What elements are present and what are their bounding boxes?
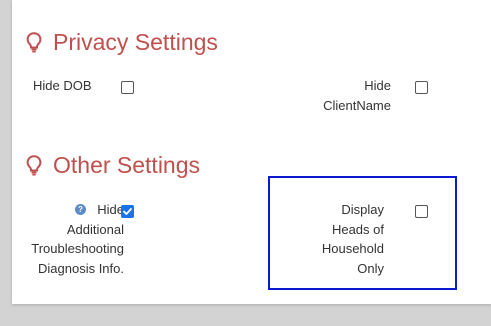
hide-troubleshooting-label-line2: Additional (66, 221, 124, 237)
hide-client-name-checkbox[interactable] (415, 81, 428, 94)
hide-client-name-label: Hide ClientName (323, 76, 391, 115)
hide-troubleshooting-checkbox[interactable] (121, 205, 134, 218)
hide-client-name-label-line1: Hide (364, 78, 391, 93)
other-settings-header: Other Settings (25, 152, 200, 178)
hide-dob-checkbox[interactable] (121, 81, 134, 94)
display-heads-label-line1: Display (341, 202, 384, 217)
display-heads-label-line2: Heads of (331, 221, 384, 237)
privacy-settings-title: Privacy Settings (53, 29, 218, 55)
hide-client-name-label-line2: ClientName (323, 97, 391, 113)
hide-troubleshooting-label-line4: Diagnosis Info. (38, 260, 124, 276)
hide-troubleshooting-label-line3: Troubleshooting (31, 241, 124, 256)
hide-troubleshooting-label: Hide Additional Troubleshooting Diagnosi… (31, 200, 124, 278)
display-heads-label-line4: Only (357, 260, 384, 276)
other-settings-title: Other Settings (53, 152, 201, 178)
display-heads-checkbox[interactable] (415, 205, 428, 218)
display-heads-label: Display Heads of Household Only (322, 200, 384, 278)
lightbulb-icon (25, 31, 43, 53)
privacy-settings-header: Privacy Settings (25, 29, 218, 55)
hide-dob-label: Hide DOB (33, 78, 92, 93)
settings-panel: Privacy Settings Hide DOB Hide ClientNam… (12, 0, 491, 304)
hide-troubleshooting-label-line1: Hide (97, 202, 124, 217)
checkmark-icon (123, 208, 132, 215)
lightbulb-icon (25, 154, 43, 176)
display-heads-label-line3: Household (321, 241, 384, 256)
